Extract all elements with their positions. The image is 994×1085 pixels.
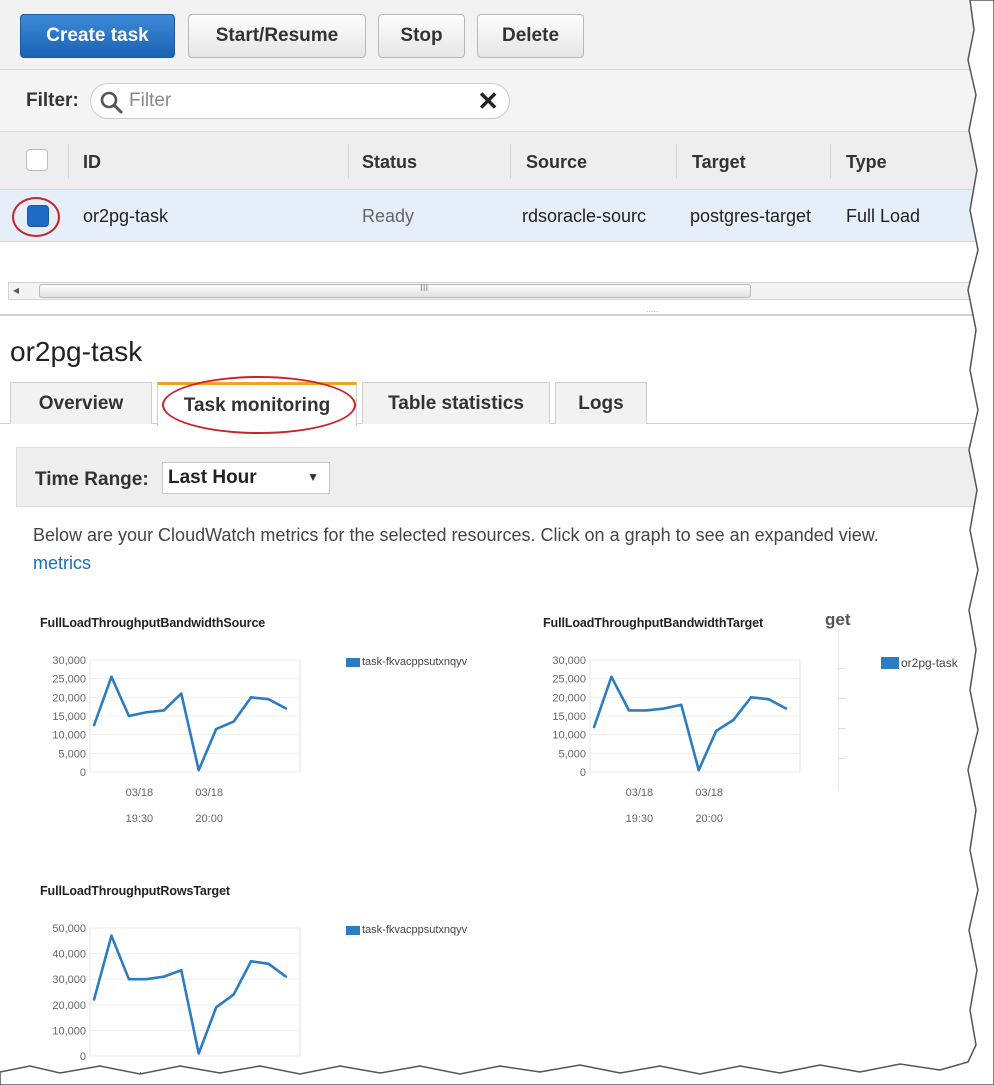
torn-edge-decoration bbox=[0, 0, 994, 1085]
